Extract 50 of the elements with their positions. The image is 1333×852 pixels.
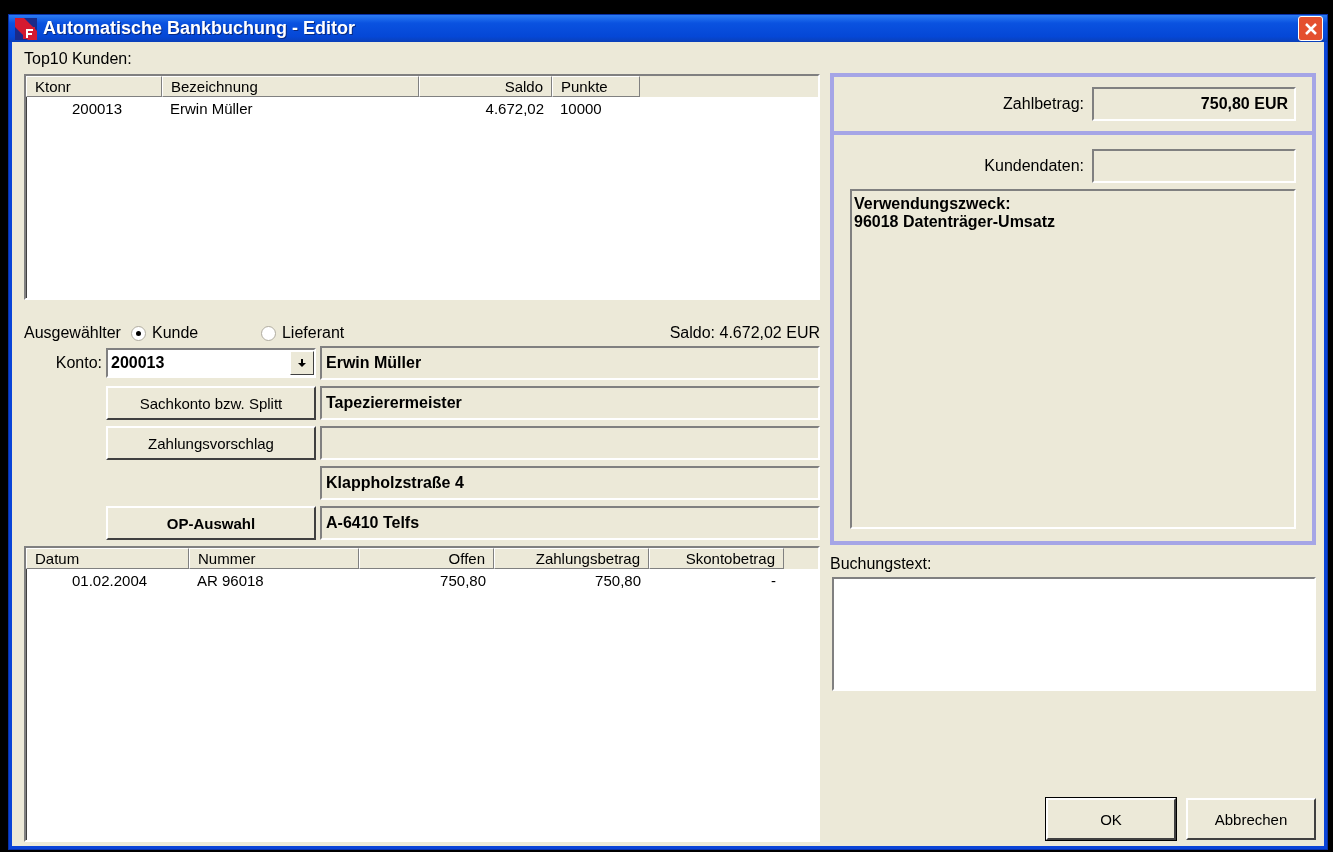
dropdown-button[interactable]	[290, 351, 314, 375]
action-button[interactable]: Zahlungsvorschlag	[106, 426, 316, 460]
column-header[interactable]: Nummer	[189, 548, 359, 569]
table-cell-text: AR 96018	[196, 571, 265, 591]
address-field: Tapezierermeister	[320, 386, 820, 420]
column-header[interactable]: Bezeichnung	[162, 76, 419, 97]
column-header[interactable]: Skontobetrag	[649, 548, 784, 569]
table-cell-text: 10000	[559, 99, 603, 119]
account-dropdown[interactable]: 200013	[106, 348, 316, 378]
list-view[interactable]: Datum Nummer Offen Zahlungsbetrag Skontobetrag 01.02.2004 AR 96018 750,80 750,80 -	[24, 546, 820, 842]
app-logo-icon	[15, 17, 37, 40]
column-header[interactable]: Punkte	[552, 76, 640, 97]
radio-button[interactable]	[130, 325, 146, 341]
table-cell-text: Erwin Müller	[169, 99, 254, 119]
table-cell-text: -	[770, 571, 777, 591]
action-button[interactable]: OP-Auswahl	[106, 506, 316, 540]
column-header[interactable]: Zahlungsbetrag	[494, 548, 649, 569]
column-header[interactable]: Ktonr	[26, 76, 162, 97]
table-cell-text: 4.672,02	[484, 99, 545, 119]
radio-button[interactable]	[260, 325, 276, 341]
arrow-down-icon	[297, 358, 307, 368]
payment-amount-field: 750,80 EUR	[1092, 87, 1296, 121]
table-cell-text: 750,80	[439, 571, 487, 591]
close-icon	[1303, 21, 1318, 36]
radio-option[interactable]: Lieferant	[260, 324, 345, 342]
column-header[interactable]: Datum	[26, 548, 189, 569]
booking-text-field[interactable]	[832, 577, 1316, 691]
table-cell-text: 750,80	[594, 571, 642, 591]
radio-option[interactable]: Kunde	[130, 324, 251, 342]
table-cell-text: 01.02.2004	[71, 571, 149, 591]
saldo-text: Saldo: 4.672,02 EUR	[669, 324, 820, 342]
purpose-text: Verwendungszweck: 96018 Datenträger-Umsatz	[850, 189, 1296, 529]
dialog-button[interactable]: Abbrechen	[1186, 798, 1316, 840]
booking-text-label: Buchungstext:	[830, 555, 933, 573]
action-button[interactable]: Sachkonto bzw. Splitt	[106, 386, 316, 420]
address-field: A-6410 Telfs	[320, 506, 820, 540]
column-header[interactable]: Saldo	[419, 76, 552, 97]
list-view[interactable]: Ktonr Bezeichnung Saldo Punkte 200013 Erwin Müller 4.672,02 10000	[24, 74, 820, 300]
payment-label: Zahlbetrag:	[1003, 95, 1084, 113]
table-cell-text: 200013	[71, 99, 124, 119]
window-title: Automatische Bankbuchung - Editor	[43, 18, 356, 39]
close-button[interactable]	[1298, 16, 1323, 41]
selection-label: Ausgewählter	[24, 324, 121, 342]
column-header[interactable]: Offen	[359, 548, 494, 569]
address-field: Klappholzstraße 4	[320, 466, 820, 500]
account-label: Konto:	[55, 354, 102, 372]
address-field: Erwin Müller	[320, 346, 820, 380]
dialog-button[interactable]: OK	[1046, 798, 1176, 840]
customer-data-label: Kundendaten:	[984, 157, 1084, 175]
list-label: Top10 Kunden:	[24, 50, 133, 68]
